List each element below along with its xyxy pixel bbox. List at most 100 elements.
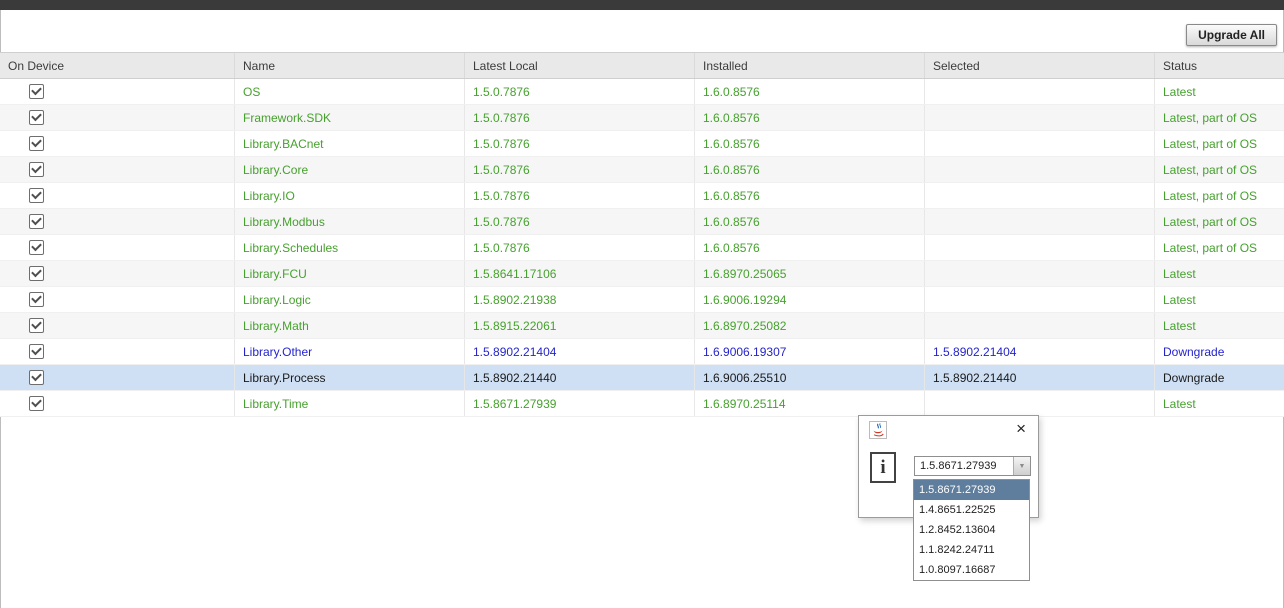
- on-device-cell: [0, 79, 235, 104]
- table-row-library-logic[interactable]: Library.Logic1.5.8902.219381.6.9006.1929…: [0, 287, 1284, 313]
- table-row-os[interactable]: OS1.5.0.78761.6.0.8576Latest: [0, 79, 1284, 105]
- table-row-library-time[interactable]: Library.Time1.5.8671.279391.6.8970.25114…: [0, 391, 1284, 417]
- status-cell: Latest, part of OS: [1155, 157, 1284, 182]
- table-row-library-process[interactable]: Library.Process1.5.8902.214401.6.9006.25…: [0, 365, 1284, 391]
- installed-cell: 1.6.0.8576: [695, 79, 925, 104]
- table-row-library-bacnet[interactable]: Library.BACnet1.5.0.78761.6.0.8576Latest…: [0, 131, 1284, 157]
- selected-cell: [925, 391, 1155, 416]
- status-cell: Downgrade: [1155, 365, 1284, 390]
- installed-cell: 1.6.8970.25114: [695, 391, 925, 416]
- on-device-checkbox[interactable]: [29, 292, 44, 307]
- column-header-status: Status: [1155, 53, 1284, 78]
- selected-cell: [925, 235, 1155, 260]
- on-device-cell: [0, 365, 235, 390]
- installed-cell: 1.6.0.8576: [695, 209, 925, 234]
- latest-local-cell: 1.5.8671.27939: [465, 391, 695, 416]
- name-cell: Library.Process: [235, 365, 465, 390]
- latest-local-cell: 1.5.0.7876: [465, 209, 695, 234]
- installed-cell: 1.6.0.8576: [695, 235, 925, 260]
- version-option[interactable]: 1.5.8671.27939: [914, 480, 1029, 500]
- selected-cell: 1.5.8902.21404: [925, 339, 1155, 364]
- table-header-row: On DeviceNameLatest LocalInstalledSelect…: [0, 52, 1284, 79]
- selected-cell: [925, 313, 1155, 338]
- installed-cell: 1.6.8970.25082: [695, 313, 925, 338]
- on-device-checkbox[interactable]: [29, 162, 44, 177]
- latest-local-cell: 1.5.8902.21404: [465, 339, 695, 364]
- upgrade-all-button[interactable]: Upgrade All: [1186, 24, 1277, 46]
- on-device-checkbox[interactable]: [29, 84, 44, 99]
- installed-cell: 1.6.0.8576: [695, 183, 925, 208]
- on-device-checkbox[interactable]: [29, 370, 44, 385]
- on-device-checkbox[interactable]: [29, 136, 44, 151]
- name-cell: OS: [235, 79, 465, 104]
- table-row-library-fcu[interactable]: Library.FCU1.5.8641.171061.6.8970.25065L…: [0, 261, 1284, 287]
- on-device-checkbox[interactable]: [29, 396, 44, 411]
- version-option[interactable]: 1.4.8651.22525: [914, 500, 1029, 520]
- status-cell: Latest: [1155, 313, 1284, 338]
- version-combobox[interactable]: 1.5.8671.27939 ▼: [914, 456, 1031, 476]
- status-cell: Latest, part of OS: [1155, 183, 1284, 208]
- table-row-library-other[interactable]: Library.Other1.5.8902.214041.6.9006.1930…: [0, 339, 1284, 365]
- column-header-selected: Selected: [925, 53, 1155, 78]
- installed-cell: 1.6.8970.25065: [695, 261, 925, 286]
- on-device-checkbox[interactable]: [29, 110, 44, 125]
- on-device-cell: [0, 287, 235, 312]
- name-cell: Library.Math: [235, 313, 465, 338]
- latest-local-cell: 1.5.8915.22061: [465, 313, 695, 338]
- java-icon: [869, 421, 887, 439]
- status-cell: Downgrade: [1155, 339, 1284, 364]
- on-device-checkbox[interactable]: [29, 344, 44, 359]
- name-cell: Library.Time: [235, 391, 465, 416]
- status-cell: Latest: [1155, 391, 1284, 416]
- installed-cell: 1.6.9006.19294: [695, 287, 925, 312]
- on-device-checkbox[interactable]: [29, 240, 44, 255]
- table-row-framework-sdk[interactable]: Framework.SDK1.5.0.78761.6.0.8576Latest,…: [0, 105, 1284, 131]
- latest-local-cell: 1.5.0.7876: [465, 105, 695, 130]
- latest-local-cell: 1.5.0.7876: [465, 183, 695, 208]
- on-device-cell: [0, 183, 235, 208]
- selected-cell: [925, 287, 1155, 312]
- latest-local-cell: 1.5.0.7876: [465, 131, 695, 156]
- table-row-library-schedules[interactable]: Library.Schedules1.5.0.78761.6.0.8576Lat…: [0, 235, 1284, 261]
- table-row-library-io[interactable]: Library.IO1.5.0.78761.6.0.8576 Latest, pa…: [0, 183, 1284, 209]
- status-cell: Latest: [1155, 261, 1284, 286]
- on-device-cell: [0, 157, 235, 182]
- version-option[interactable]: 1.0.8097.16687: [914, 560, 1029, 580]
- table-row-library-math[interactable]: Library.Math1.5.8915.220611.6.8970.25082…: [0, 313, 1284, 339]
- window-titlebar: [0, 0, 1284, 10]
- installed-cell: 1.6.0.8576: [695, 105, 925, 130]
- selected-cell: [925, 183, 1155, 208]
- status-cell: Latest: [1155, 287, 1284, 312]
- column-header-name: Name: [235, 53, 465, 78]
- selected-cell: [925, 261, 1155, 286]
- on-device-checkbox[interactable]: [29, 188, 44, 203]
- name-cell: Library.Core: [235, 157, 465, 182]
- info-icon-glyph: i: [880, 457, 885, 479]
- name-cell: Framework.SDK: [235, 105, 465, 130]
- name-cell: Library.Logic: [235, 287, 465, 312]
- selected-cell: [925, 131, 1155, 156]
- on-device-cell: [0, 261, 235, 286]
- info-icon: i: [870, 452, 896, 483]
- on-device-checkbox[interactable]: [29, 318, 44, 333]
- column-header-on-device: On Device: [0, 53, 235, 78]
- updates-table: On DeviceNameLatest LocalInstalledSelect…: [0, 52, 1284, 417]
- on-device-cell: [0, 313, 235, 338]
- on-device-checkbox[interactable]: [29, 266, 44, 281]
- latest-local-cell: 1.5.0.7876: [465, 235, 695, 260]
- on-device-checkbox[interactable]: [29, 214, 44, 229]
- table-body: OS1.5.0.78761.6.0.8576LatestFramework.SD…: [0, 79, 1284, 417]
- table-row-library-core[interactable]: Library.Core1.5.0.78761.6.0.8576Latest, …: [0, 157, 1284, 183]
- version-option[interactable]: 1.2.8452.13604: [914, 520, 1029, 540]
- selected-cell: [925, 209, 1155, 234]
- installed-cell: 1.6.0.8576: [695, 157, 925, 182]
- selected-cell: [925, 105, 1155, 130]
- status-cell: Latest, part of OS: [1155, 131, 1284, 156]
- chevron-down-icon: ▼: [1019, 463, 1026, 470]
- version-option[interactable]: 1.1.8242.24711: [914, 540, 1029, 560]
- latest-local-cell: 1.5.8902.21440: [465, 365, 695, 390]
- table-row-library-modbus[interactable]: Library.Modbus1.5.0.78761.6.0.8576Latest…: [0, 209, 1284, 235]
- dialog-close-button[interactable]: ×: [1016, 418, 1026, 440]
- name-cell: Library.IO: [235, 183, 465, 208]
- combobox-arrow-button[interactable]: ▼: [1013, 457, 1030, 475]
